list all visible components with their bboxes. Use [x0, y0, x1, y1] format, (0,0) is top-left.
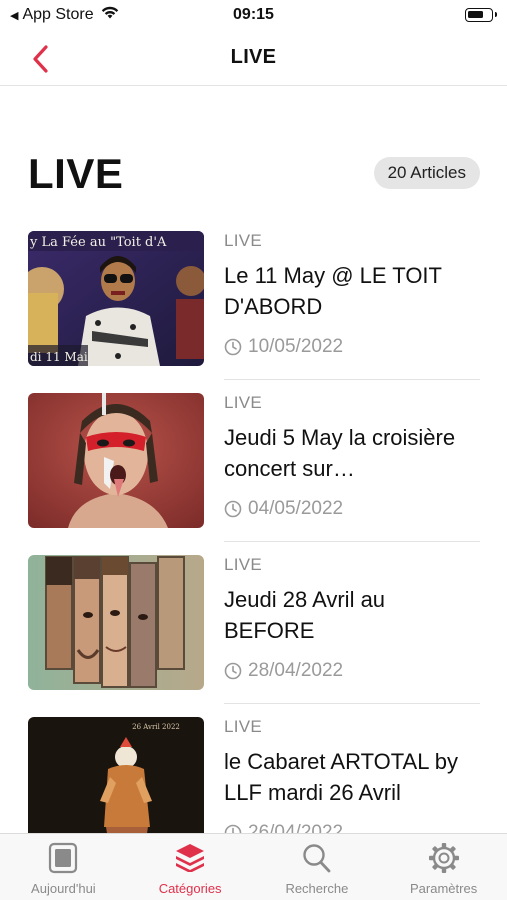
- search-icon: [302, 842, 332, 879]
- article-date-text: 28/04/2022: [248, 660, 344, 681]
- article-thumbnail: [28, 393, 204, 528]
- status-bar: ◀ App Store 09:15: [0, 0, 507, 32]
- article-count-badge: 20 Articles: [373, 157, 480, 189]
- battery-icon: [465, 8, 497, 22]
- article-date-text: 10/05/2022: [248, 336, 344, 357]
- gear-icon: [428, 842, 460, 879]
- tab-label: Paramètres: [410, 881, 478, 896]
- tab-label: Catégories: [158, 881, 222, 896]
- article-title: Le 11 May @ LE TOIT D'ABORD: [224, 263, 442, 319]
- article-item[interactable]: LIVE Jeudi 28 Avril au BEFORE 28/04/2022: [28, 555, 480, 717]
- article-thumbnail: [28, 555, 204, 690]
- article-category: LIVE: [224, 717, 263, 736]
- tab-search[interactable]: Recherche: [254, 834, 381, 900]
- divider: [224, 379, 480, 380]
- clock-icon: [224, 338, 242, 356]
- article-item[interactable]: y La Fée au "Toit d'A di 11 Mai LIVE Le …: [28, 231, 480, 393]
- tab-categories[interactable]: Catégories: [127, 834, 254, 900]
- clock-icon: [224, 500, 242, 518]
- categories-icon: [174, 842, 206, 877]
- article-category: LIVE: [224, 555, 263, 574]
- article-title: le Cabaret ARTOTAL by LLF mardi 26 Avril: [224, 749, 458, 805]
- article-thumbnail: y La Fée au "Toit d'A di 11 Mai: [28, 231, 204, 366]
- divider: [224, 703, 480, 704]
- article-category: LIVE: [224, 231, 263, 250]
- article-date: 04/05/2022: [224, 498, 480, 520]
- tab-label: Recherche: [285, 881, 349, 896]
- article-item[interactable]: LIVE Jeudi 5 May la croisière concert su…: [28, 393, 480, 555]
- clock-icon: [224, 662, 242, 680]
- article-title: Jeudi 28 Avril au BEFORE: [224, 587, 386, 643]
- article-thumbnail: 26 Avril 2022: [28, 717, 204, 852]
- today-icon: [48, 842, 78, 879]
- thumb-caption-bottom: di 11 Mai: [30, 350, 88, 364]
- thumb-caption-top: y La Fée au "Toit d'A: [29, 235, 167, 250]
- tab-bar: Aujourd'hui Catégories Recherche Paramèt…: [0, 833, 507, 900]
- navigation-bar: LIVE: [0, 32, 507, 86]
- page-title: LIVE: [28, 150, 124, 197]
- tab-label: Aujourd'hui: [31, 881, 96, 896]
- article-category: LIVE: [224, 393, 263, 412]
- nav-title: LIVE: [230, 46, 277, 68]
- article-title: Jeudi 5 May la croisière concert sur…: [224, 425, 456, 481]
- thumb-caption-top: 26 Avril 2022: [132, 723, 180, 731]
- article-date-text: 04/05/2022: [248, 498, 344, 519]
- divider: [224, 541, 480, 542]
- tab-settings[interactable]: Paramètres: [380, 834, 507, 900]
- article-date: 10/05/2022: [224, 336, 480, 358]
- clock: 09:15: [233, 6, 274, 23]
- tab-today[interactable]: Aujourd'hui: [0, 834, 127, 900]
- article-date: 28/04/2022: [224, 660, 480, 682]
